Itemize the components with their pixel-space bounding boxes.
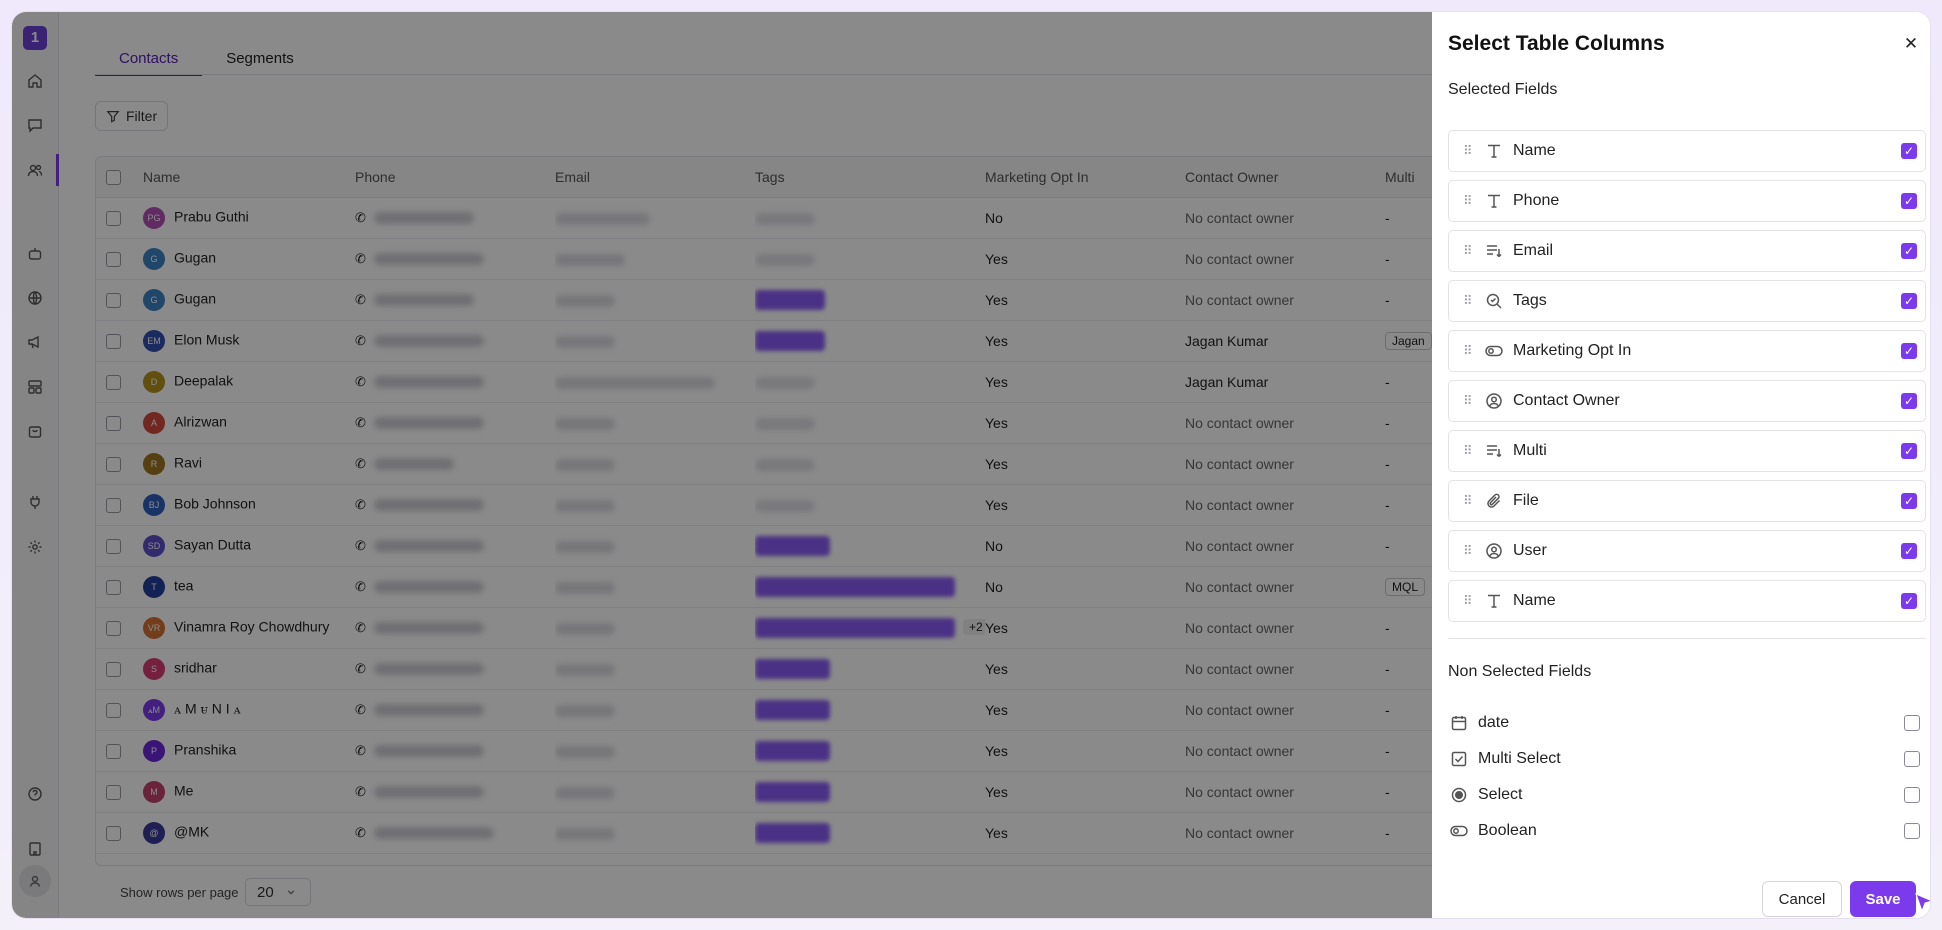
close-icon[interactable]: ✕: [1901, 34, 1921, 54]
selected-field-row[interactable]: ⠿ Contact Owner ✓: [1448, 380, 1926, 422]
selected-field-row[interactable]: ⠿ Name ✓: [1448, 580, 1926, 622]
field-label: Name: [1513, 142, 1556, 159]
field-checkbox-checked[interactable]: ✓: [1901, 193, 1917, 209]
selected-field-row[interactable]: ⠿ Name ✓: [1448, 130, 1926, 172]
drag-handle-icon[interactable]: ⠿: [1463, 493, 1475, 509]
field-label: Multi Select: [1478, 750, 1561, 767]
selected-fields-heading: Selected Fields: [1448, 81, 1558, 98]
panel-title: Select Table Columns: [1448, 32, 1665, 55]
selected-field-row[interactable]: ⠿ User ✓: [1448, 530, 1926, 572]
drag-handle-icon[interactable]: ⠿: [1463, 543, 1475, 559]
modal-backdrop[interactable]: [12, 12, 1432, 918]
text-icon: [1483, 140, 1505, 162]
non-selected-field-row[interactable]: date: [1448, 710, 1928, 736]
field-label: Contact Owner: [1513, 392, 1620, 409]
drag-handle-icon[interactable]: ⠿: [1463, 593, 1475, 609]
selected-field-row[interactable]: ⠿ Multi ✓: [1448, 430, 1926, 472]
field-label: Name: [1513, 592, 1556, 609]
field-checkbox-checked[interactable]: ✓: [1901, 593, 1917, 609]
field-label: date: [1478, 714, 1510, 731]
field-label: Tags: [1513, 292, 1547, 309]
field-label: Email: [1513, 242, 1554, 259]
drag-handle-icon[interactable]: ⠿: [1463, 443, 1475, 459]
list-icon: [1483, 440, 1505, 462]
field-checkbox-unchecked[interactable]: [1904, 751, 1920, 767]
selected-field-row[interactable]: ⠿ Phone ✓: [1448, 180, 1926, 222]
field-label: Boolean: [1478, 822, 1537, 839]
text-icon: [1483, 190, 1505, 212]
non-selected-field-row[interactable]: Multi Select: [1448, 746, 1928, 772]
field-checkbox-checked[interactable]: ✓: [1901, 343, 1917, 359]
field-checkbox-checked[interactable]: ✓: [1901, 443, 1917, 459]
drag-handle-icon[interactable]: ⠿: [1463, 243, 1475, 259]
non-selected-field-row[interactable]: Boolean: [1448, 818, 1928, 844]
field-checkbox-checked[interactable]: ✓: [1901, 493, 1917, 509]
user-circle-icon: [1483, 390, 1505, 412]
checkbox-icon: [1448, 748, 1470, 770]
non-selected-fields-heading: Non Selected Fields: [1448, 663, 1592, 680]
selected-field-row[interactable]: ⠿ Tags ✓: [1448, 280, 1926, 322]
paperclip-icon: [1483, 490, 1505, 512]
field-label: Multi: [1513, 442, 1547, 459]
fields-divider: [1448, 638, 1926, 639]
field-checkbox-checked[interactable]: ✓: [1901, 293, 1917, 309]
toggle-icon: [1448, 820, 1470, 842]
text-icon: [1483, 590, 1505, 612]
field-checkbox-checked[interactable]: ✓: [1901, 243, 1917, 259]
field-checkbox-unchecked[interactable]: [1904, 715, 1920, 731]
field-checkbox-checked[interactable]: ✓: [1901, 143, 1917, 159]
field-label: Marketing Opt In: [1513, 342, 1632, 359]
drag-handle-icon[interactable]: ⠿: [1463, 343, 1475, 359]
drag-handle-icon[interactable]: ⠿: [1463, 143, 1475, 159]
selected-field-row[interactable]: ⠿ File ✓: [1448, 480, 1926, 522]
list-icon: [1483, 240, 1505, 262]
drag-handle-icon[interactable]: ⠿: [1463, 293, 1475, 309]
calendar-icon: [1448, 712, 1470, 734]
select-columns-panel: Select Table Columns ✕ Selected Fields ⠿…: [1432, 12, 1930, 918]
non-selected-field-row[interactable]: Select: [1448, 782, 1928, 808]
radio-icon: [1448, 784, 1470, 806]
field-checkbox-unchecked[interactable]: [1904, 787, 1920, 803]
selected-field-row[interactable]: ⠿ Marketing Opt In ✓: [1448, 330, 1926, 372]
field-label: User: [1513, 542, 1547, 559]
app-window: 1 Contacts Segments Filter Name Phone Em…: [12, 12, 1930, 918]
field-label: Select: [1478, 786, 1523, 803]
mouse-cursor-icon: [1915, 893, 1930, 913]
field-checkbox-unchecked[interactable]: [1904, 823, 1920, 839]
cancel-button[interactable]: Cancel: [1762, 881, 1842, 917]
tag-search-icon: [1483, 290, 1505, 312]
field-checkbox-checked[interactable]: ✓: [1901, 393, 1917, 409]
toggle-icon: [1483, 340, 1505, 362]
user-circle-icon: [1483, 540, 1505, 562]
selected-field-row[interactable]: ⠿ Email ✓: [1448, 230, 1926, 272]
field-label: Phone: [1513, 192, 1560, 209]
drag-handle-icon[interactable]: ⠿: [1463, 393, 1475, 409]
save-button[interactable]: Save: [1850, 881, 1916, 917]
field-label: File: [1513, 492, 1539, 509]
drag-handle-icon[interactable]: ⠿: [1463, 193, 1475, 209]
field-checkbox-checked[interactable]: ✓: [1901, 543, 1917, 559]
